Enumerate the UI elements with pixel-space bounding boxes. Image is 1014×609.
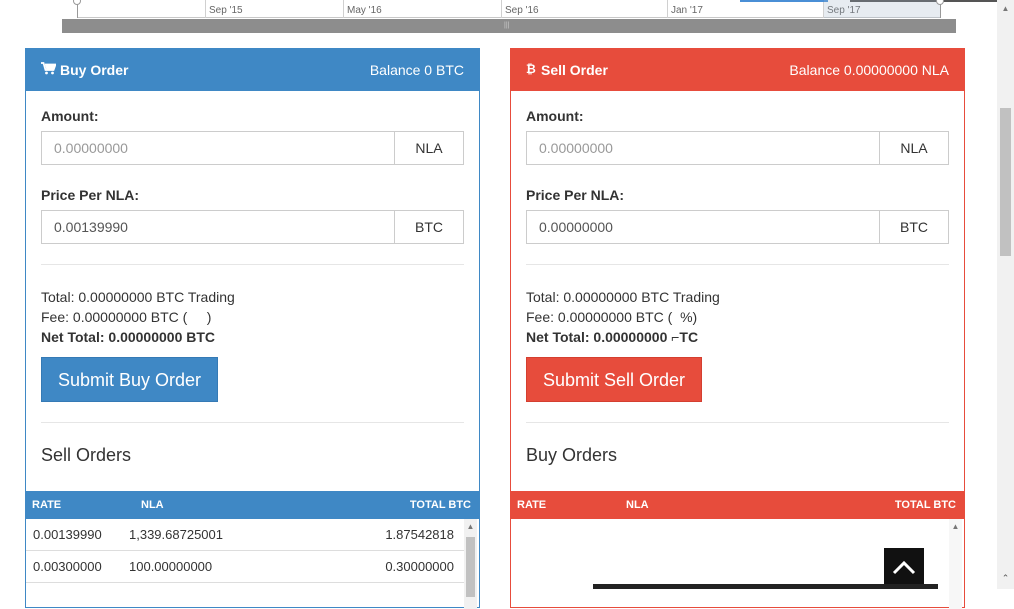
price-label: Price Per NLA:: [41, 187, 140, 203]
divider: [41, 264, 464, 265]
sell-price-unit: BTC: [879, 211, 948, 243]
buy-net-total: Net Total: 0.00000000 BTC: [41, 329, 216, 345]
page-scrollbar-thumb[interactable]: [1000, 108, 1011, 256]
cell-nla: 1,339.68725001: [129, 527, 223, 542]
sell-fee: Fee: 0.00000000 BTC ( %): [526, 309, 698, 325]
amount-label: Amount:: [526, 108, 584, 124]
cell-total: 1.87542818: [385, 527, 454, 542]
buy-amount-input[interactable]: 0.00000000: [42, 132, 394, 164]
column-nla[interactable]: NLA: [141, 499, 341, 511]
column-rate[interactable]: RATE: [511, 499, 626, 511]
chevron-up-icon: [892, 555, 916, 580]
buy-fee: Fee: 0.00000000 BTC ( ): [41, 309, 212, 325]
bottom-toolbar-edge: [593, 584, 938, 589]
buy-order-title: Buy Order: [60, 62, 129, 78]
sell-orders-table-header: RATE NLA TOTAL BTC: [26, 491, 479, 519]
buy-order-title-wrap: Buy Order: [41, 62, 128, 78]
buy-price-input[interactable]: 0.00139990: [42, 211, 394, 243]
sell-orders-table: 0.00139990 1,339.68725001 1.87542818 0.0…: [26, 519, 479, 609]
sell-order-title: Sell Order: [541, 62, 608, 78]
table-row[interactable]: 0.00139990 1,339.68725001 1.87542818: [26, 519, 464, 551]
buy-amount-group: 0.00000000 NLA: [41, 131, 464, 165]
svg-text:₿: ₿: [526, 62, 536, 75]
price-label: Price Per NLA:: [526, 187, 625, 203]
scroll-up-arrow-icon[interactable]: ▲: [997, 0, 1014, 17]
scroll-up-arrow-icon[interactable]: ▲: [949, 519, 962, 535]
table-row[interactable]: 0.00300000 100.00000000 0.30000000: [26, 551, 464, 583]
navigator-right-handle[interactable]: [936, 0, 946, 18]
buy-orders-table-header: RATE NLA TOTAL BTC: [511, 491, 964, 519]
navigator-selection-mask[interactable]: [824, 0, 940, 18]
sell-orders-title: Sell Orders: [41, 445, 132, 465]
navigator-series-line: [740, 0, 828, 2]
sell-price-input[interactable]: 0.00000000: [527, 211, 879, 243]
cart-icon: [41, 62, 57, 78]
sell-amount-input[interactable]: 0.00000000: [527, 132, 879, 164]
navigator-scrollbar[interactable]: |||: [62, 19, 956, 33]
buy-price-unit: BTC: [394, 211, 463, 243]
navigator-tick: Sep '15: [205, 0, 243, 18]
sell-amount-unit: NLA: [879, 132, 948, 164]
column-nla[interactable]: NLA: [626, 499, 826, 511]
buy-summary: Total: 0.00000000 BTC Trading Fee: 0.000…: [41, 287, 464, 347]
cell-nla: 100.00000000: [129, 559, 213, 574]
sell-price-group: 0.00000000 BTC: [526, 210, 949, 244]
sell-order-header: ₿ Sell Order Balance 0.00000000 NLA: [511, 49, 964, 91]
sell-amount-group: 0.00000000 NLA: [526, 131, 949, 165]
scrollbar-grip: |||: [504, 22, 510, 29]
chart-navigator[interactable]: Sep '15 May '16 Sep '16 Jan '17 Sep '17 …: [62, 0, 956, 34]
column-total-btc[interactable]: TOTAL BTC: [341, 499, 479, 511]
buy-order-panel: Buy Order Balance 0 BTC Amount: 0.000000…: [25, 48, 480, 609]
sell-order-panel: ₿ Sell Order Balance 0.00000000 NLA Amou…: [510, 48, 965, 609]
scroll-up-arrow-icon[interactable]: ▲: [464, 519, 477, 535]
navigator-tick: Sep '16: [501, 0, 539, 18]
divider: [41, 422, 464, 423]
back-to-top-button[interactable]: [884, 548, 924, 589]
cell-total: 0.30000000: [385, 559, 454, 574]
cell-rate: 0.00300000: [33, 559, 102, 574]
sell-order-title-wrap: ₿ Sell Order: [526, 62, 608, 78]
buy-order-header: Buy Order Balance 0 BTC: [26, 49, 479, 91]
chevron-up-icon[interactable]: ⌃: [997, 570, 1014, 587]
sell-balance: Balance 0.00000000 NLA: [789, 62, 949, 78]
table-scrollbar[interactable]: ▲: [464, 519, 477, 609]
navigator-axis: Sep '15 May '16 Sep '16 Jan '17 Sep '17: [77, 0, 941, 18]
scrollbar-thumb[interactable]: [466, 537, 475, 597]
amount-label: Amount:: [41, 108, 99, 124]
divider: [526, 264, 949, 265]
table-scrollbar[interactable]: ▲: [949, 519, 962, 609]
sell-total: Total: 0.00000000 BTC Trading: [526, 289, 720, 305]
cell-rate: 0.00139990: [33, 527, 102, 542]
page-scrollbar[interactable]: ▲ ⌃: [997, 0, 1014, 589]
sell-summary: Total: 0.00000000 BTC Trading Fee: 0.000…: [526, 287, 949, 347]
bitcoin-icon: ₿: [526, 62, 537, 78]
sell-net-total: Net Total: 0.00000000 ⌐TC: [526, 329, 699, 345]
divider: [526, 422, 949, 423]
column-rate[interactable]: RATE: [26, 499, 141, 511]
submit-sell-order-button[interactable]: Submit Sell Order: [526, 357, 703, 402]
navigator-left-handle[interactable]: [73, 0, 83, 18]
navigator-tick: Jan '17: [667, 0, 703, 18]
buy-price-group: 0.00139990 BTC: [41, 210, 464, 244]
buy-amount-unit: NLA: [394, 132, 463, 164]
buy-orders-title: Buy Orders: [526, 445, 618, 465]
buy-balance: Balance 0 BTC: [369, 62, 464, 78]
buy-total: Total: 0.00000000 BTC Trading: [41, 289, 235, 305]
submit-buy-order-button[interactable]: Submit Buy Order: [41, 357, 219, 402]
navigator-tick: May '16: [343, 0, 382, 18]
column-total-btc[interactable]: TOTAL BTC: [826, 499, 964, 511]
